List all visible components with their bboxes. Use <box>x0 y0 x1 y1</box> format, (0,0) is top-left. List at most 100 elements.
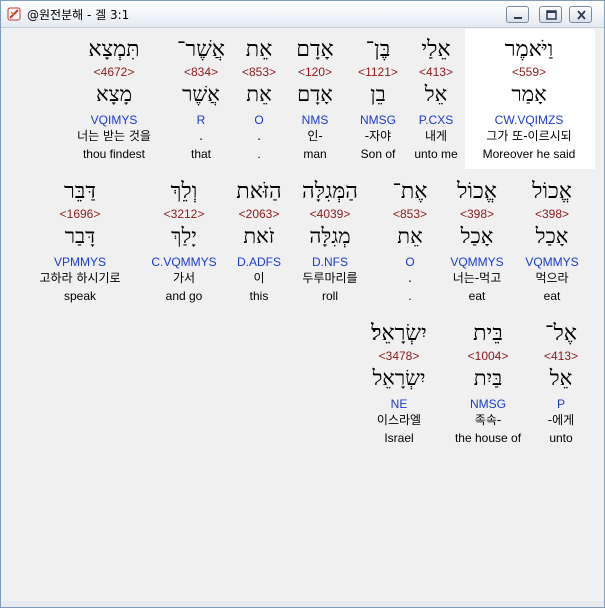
strong-number: <120> <box>297 65 333 79</box>
lemma-word: אָדָם <box>297 82 333 106</box>
hebrew-word: תִּמְצָא <box>88 37 140 62</box>
word-cell[interactable]: וַיֹּאמֶר <559> אָמַר CW.VQIMZS 그가 또-이르시되 Mor… <box>465 31 593 167</box>
hebrew-word: אֵת <box>245 37 273 62</box>
word-cell[interactable]: תִּמְצָא <4672> מָצָא VQIMYS 너는 받는 것을 thou fi… <box>49 31 179 167</box>
word-cell[interactable]: דַּבֵּר <1696> דָּבַר VPMMYS 고하라 하시기로 speak <box>15 173 145 309</box>
word-cell[interactable]: אֶת־ <853> אֵת O.. <box>388 173 432 309</box>
word-cell[interactable]: אֱכוֹל <398> אָכַל VQMMYS 너는-먹고 eat <box>439 173 515 309</box>
lemma-word: אֵת <box>246 82 272 106</box>
lemma-word: יִשְׂרָאֵל <box>372 366 426 390</box>
english-gloss: Israel <box>384 431 414 445</box>
korean-gloss: 먹으라 <box>535 271 569 285</box>
english-gloss: unto <box>549 431 573 445</box>
strong-number: <3478> <box>378 349 420 363</box>
strong-number: <2063> <box>238 207 280 221</box>
status-bar <box>1 601 604 607</box>
english-gloss: Moreover he said <box>482 147 576 161</box>
hebrew-word: בֵּית <box>473 321 503 346</box>
hebrew-word: אֶל־ <box>545 321 577 346</box>
strong-number: <834> <box>183 65 219 79</box>
english-gloss: that <box>190 147 211 161</box>
parsing-code: NMSG <box>470 397 506 411</box>
title-bar[interactable]: @원전분해 - 겔 3:1 <box>1 1 604 28</box>
strong-number: <853> <box>392 207 428 221</box>
lemma-word: אֵל <box>549 366 573 390</box>
hebrew-word: אֱכוֹל <box>457 179 497 204</box>
word-cell[interactable]: בֶּן־ <1121> בֵן NMSG -자야 Son of <box>345 31 411 167</box>
hebrew-word: בֶּן־ <box>365 37 391 62</box>
english-gloss: eat <box>468 289 486 303</box>
english-gloss: unto me <box>414 147 458 161</box>
interlinear-view[interactable]: וַיֹּאמֶר <559> אָמַר CW.VQIMZS 그가 또-이르시되 Mor… <box>5 29 600 603</box>
word-cell[interactable]: אֵת <853> אֵת O.. <box>234 31 284 167</box>
korean-gloss: 가서 <box>172 271 196 285</box>
book-icon[interactable] <box>6 6 22 22</box>
korean-gloss: 인- <box>307 129 323 143</box>
hebrew-word: אֵלַי <box>421 37 451 62</box>
hebrew-word: אֶת־ <box>392 179 428 204</box>
hebrew-word: וְלֵךְ <box>170 179 198 204</box>
lemma-word: דָּבַר <box>64 224 96 248</box>
word-cell[interactable]: אֶל־ <413> אֵל P -에게 unto <box>531 315 591 451</box>
parsing-code: P <box>556 397 565 411</box>
hebrew-word: יִשְׂרָאֵל׃ <box>371 321 427 346</box>
english-gloss: speak <box>63 289 97 303</box>
minimize-button[interactable] <box>506 6 529 23</box>
korean-gloss: 이 <box>253 271 265 285</box>
strong-number: <398> <box>534 207 570 221</box>
parsing-code: R <box>196 113 206 127</box>
strong-number: <1004> <box>467 349 509 363</box>
word-cell[interactable]: וְלֵךְ <3212> יָלַךְ C.VQMMYS 가서 and go <box>139 173 229 309</box>
word-cell[interactable]: אֱכוֹל <398> אָכַל VQMMYS 먹으라 eat <box>517 173 587 309</box>
lemma-word: אֵת <box>397 224 423 248</box>
english-gloss: man <box>303 147 327 161</box>
parsing-code: NMSG <box>360 113 396 127</box>
window-title: @원전분해 - 겔 3:1 <box>27 8 130 22</box>
korean-gloss: 너는-먹고 <box>452 271 502 285</box>
strong-number: <413> <box>418 65 454 79</box>
korean-gloss: 두루마리를 <box>302 271 358 285</box>
lemma-word: יָלַךְ <box>171 224 197 248</box>
hebrew-word: אֱכוֹל <box>532 179 572 204</box>
korean-gloss: . <box>257 129 261 143</box>
korean-gloss: . <box>199 129 203 143</box>
parsing-code: CW.VQIMZS <box>494 113 564 127</box>
lemma-word: בַּיִת <box>473 366 503 390</box>
hebrew-word: הַזֹּאת <box>236 179 282 204</box>
lemma-word: אָכַל <box>460 224 494 248</box>
hebrew-word: וַיֹּאמֶר <box>504 37 554 62</box>
word-cell[interactable]: בֵּית <1004> בַּיִת NMSG 족속-the house of <box>438 315 538 451</box>
hebrew-word: אָדָם <box>296 37 334 62</box>
parsing-code: P.CXS <box>418 113 454 127</box>
word-cell[interactable]: יִשְׂרָאֵל׃ <3478> יִשְׂרָאֵל NE 이스라엘 Israel <box>359 315 439 451</box>
parsing-code: VQMMYS <box>450 255 504 269</box>
app-window: @원전분해 - 겔 3:1 וַיֹּאמֶר <559> אָמַר CW.VQIM… <box>0 0 605 608</box>
english-gloss: roll <box>321 289 338 303</box>
parsing-code: NE <box>390 397 408 411</box>
hebrew-word: אֲשֶׁר־ <box>176 37 225 62</box>
lemma-word: אָמַר <box>511 82 547 106</box>
strong-number: <1121> <box>358 65 398 79</box>
lemma-word: אֵל <box>424 82 448 106</box>
word-cell[interactable]: הַזֹּאת <2063> זֹאת D.ADFS 이 this <box>227 173 291 309</box>
close-button[interactable] <box>569 6 592 23</box>
word-cell[interactable]: אֵלַי <413> אֵל P.CXS 내게 unto me <box>406 31 466 167</box>
strong-number: <398> <box>459 207 495 221</box>
lemma-word: בֵן <box>370 82 386 106</box>
korean-gloss: -에게 <box>547 413 575 427</box>
strong-number: <3212> <box>163 207 205 221</box>
lemma-word: מָצָא <box>95 82 133 106</box>
english-gloss: Son of <box>360 147 396 161</box>
english-gloss: . <box>408 289 412 303</box>
maximize-button[interactable] <box>539 6 562 23</box>
korean-gloss: 이스라엘 <box>376 413 422 427</box>
lemma-word: אֲשֶׁר <box>182 82 220 106</box>
word-cell[interactable]: אָדָם <120> אָדָם NMS 인-man <box>282 31 348 167</box>
korean-gloss: 족속- <box>474 413 502 427</box>
strong-number: <1696> <box>59 207 101 221</box>
korean-gloss: -자야 <box>364 129 392 143</box>
word-cell[interactable]: אֲשֶׁר־ <834> אֲשֶׁר R. that <box>170 31 232 167</box>
english-gloss: this <box>249 289 269 303</box>
korean-gloss: 고하라 하시기로 <box>39 271 121 285</box>
word-cell[interactable]: הַמְּגִלָּה <4039> מְגִלָּה D.NFS 두루마리를 roll <box>285 173 375 309</box>
